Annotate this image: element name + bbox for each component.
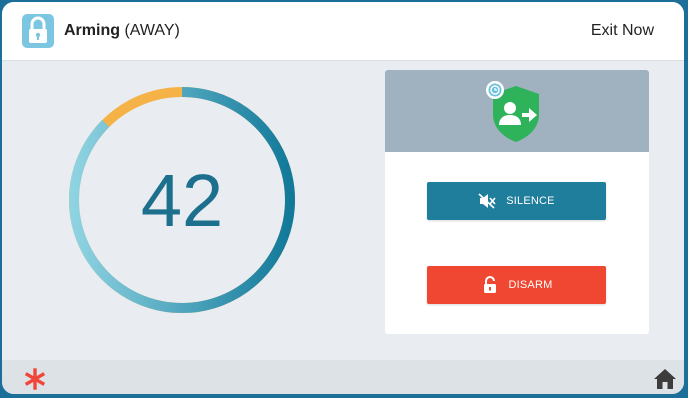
header-bar: Arming (AWAY) Exit Now	[2, 2, 684, 61]
asterisk-icon[interactable]	[24, 368, 46, 390]
lock-icon	[22, 14, 54, 48]
unlock-icon	[483, 276, 496, 293]
countdown-value: 42	[140, 158, 224, 242]
home-icon[interactable]	[653, 368, 677, 390]
action-panel: SILENCE DISARM	[385, 70, 649, 334]
silence-label: SILENCE	[506, 195, 555, 207]
title-mode: (AWAY)	[124, 22, 180, 39]
countdown-dial: 42	[62, 80, 302, 320]
speaker-mute-icon	[478, 193, 496, 209]
arming-screen: Arming (AWAY) Exit Now 42 SILENCE DISARM	[2, 2, 684, 394]
exit-now-button[interactable]: Exit Now	[591, 22, 654, 40]
silence-button[interactable]: SILENCE	[427, 182, 606, 220]
title-status: Arming	[64, 22, 120, 39]
page-title: Arming (AWAY)	[64, 22, 180, 40]
disarm-label: DISARM	[508, 279, 553, 291]
away-arming-shield-icon	[481, 78, 551, 148]
disarm-button[interactable]: DISARM	[427, 266, 606, 304]
footer-bar	[2, 360, 684, 394]
panel-status-header	[385, 70, 649, 152]
